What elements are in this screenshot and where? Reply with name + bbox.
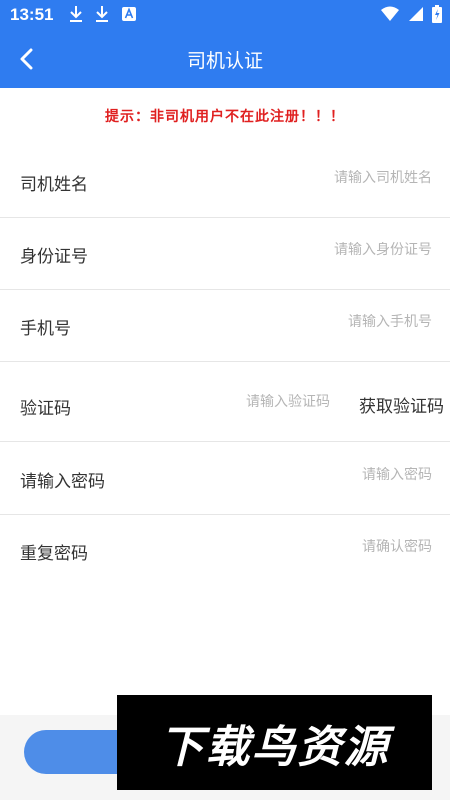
- form-row-code: 验证码 获取验证码: [0, 370, 450, 442]
- status-time: 13:51: [10, 5, 54, 24]
- get-code-button[interactable]: 获取验证码: [359, 392, 444, 417]
- code-input[interactable]: [190, 394, 330, 410]
- id-number-input[interactable]: [252, 242, 432, 258]
- phone-input[interactable]: [252, 314, 432, 330]
- form-row-id: 身份证号: [0, 218, 450, 290]
- form-row-password: 请输入密码: [0, 443, 450, 515]
- password-input[interactable]: [252, 467, 432, 483]
- notice-text: 提示：非司机用户不在此注册！！！: [105, 109, 345, 125]
- id-number-label: 身份证号: [20, 247, 88, 267]
- confirm-password-label: 重复密码: [20, 544, 88, 564]
- status-right-icons: [380, 5, 442, 23]
- download-icon: [70, 6, 82, 22]
- form-row-phone: 手机号: [0, 290, 450, 362]
- nav-bar: 司机认证: [0, 30, 450, 88]
- form-row-confirm-password: 重复密码: [0, 515, 450, 587]
- code-label: 验证码: [20, 399, 71, 419]
- status-bar: 13:51: [0, 0, 450, 30]
- wifi-icon: [381, 6, 399, 21]
- page-title: 司机认证: [186, 50, 263, 72]
- download-icon: [96, 6, 108, 22]
- password-label: 请输入密码: [20, 472, 105, 492]
- signal-icon: [409, 7, 423, 21]
- confirm-password-input[interactable]: [252, 539, 432, 555]
- a-icon: [122, 7, 136, 21]
- name-input[interactable]: [252, 170, 432, 186]
- watermark: 下载鸟资源: [117, 695, 432, 790]
- battery-icon: [432, 5, 442, 23]
- form-row-name: 司机姓名: [0, 146, 450, 218]
- name-label: 司机姓名: [20, 175, 88, 195]
- phone-label: 手机号: [20, 319, 71, 339]
